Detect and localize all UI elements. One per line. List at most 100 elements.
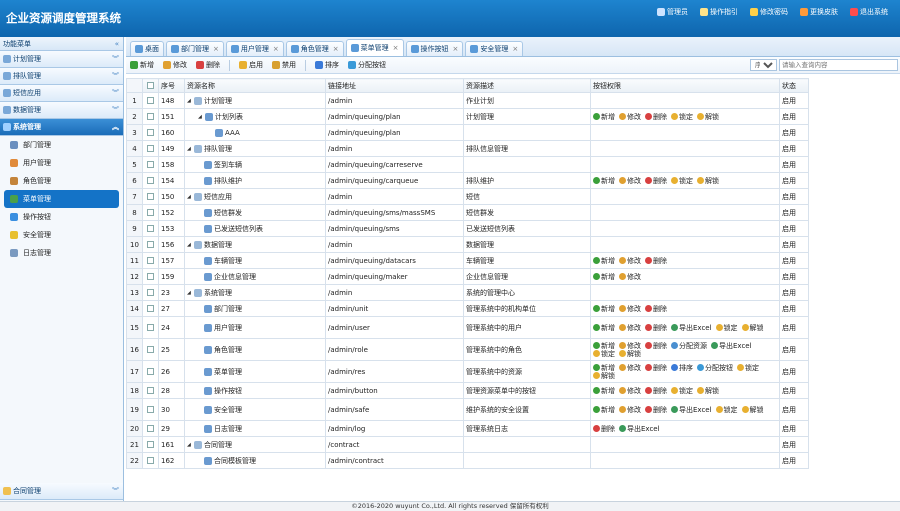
table-row[interactable]: 8 152 短信群发/admin/queuing/sms/massSMS 短信群发 启用 [126,204,809,221]
close-icon[interactable]: × [453,45,459,53]
sidebar-group-queue[interactable]: 排队管理 ︾ [0,68,123,85]
close-icon[interactable]: × [393,44,399,52]
table-row[interactable]: 18 28 操作按钮/admin/button 管理资源菜单中的按钮 新增 修改 删除 锁定 解… [126,382,809,399]
tree-node[interactable]: 已发送短信列表 [187,224,323,234]
row-checkbox[interactable] [142,360,159,383]
row-checkbox[interactable] [142,420,159,437]
header-link-skin[interactable]: 更换皮肤 [800,7,838,17]
search-input[interactable] [779,59,898,71]
row-checkbox[interactable] [142,204,159,221]
table-row[interactable]: 3 160 AAA/admin/queuing/plan 启用 [126,124,809,141]
row-checkbox[interactable] [142,140,159,157]
row-checkbox[interactable] [142,108,159,125]
sidebar-item-menu-tree[interactable]: 菜单管理 [4,190,119,208]
table-row[interactable]: 4 149 ◢ 排队管理/admin 排队信息管理 启用 [126,140,809,157]
sidebar-group-plan[interactable]: 计划管理 ︾ [0,51,123,68]
tab-menu-tree[interactable]: 菜单管理 × [345,39,404,56]
col-header[interactable]: 状态 [779,78,809,93]
select-all-checkbox[interactable] [142,78,159,93]
tree-node[interactable]: 合同模板管理 [187,456,323,466]
row-checkbox[interactable] [142,436,159,453]
toolbar-add-button[interactable]: 新增 [130,60,154,70]
tree-node[interactable]: ◢ 计划列表 [187,112,323,122]
tree-node[interactable]: ◢ 系统管理 [187,288,323,298]
table-row[interactable]: 21 161 ◢ 合同管理/contract 启用 [126,436,809,453]
expand-triangle-icon[interactable]: ◢ [187,146,192,152]
tab-button[interactable]: 操作按钮 × [405,41,464,56]
row-checkbox[interactable] [142,92,159,109]
tree-node[interactable]: 角色管理 [187,345,323,355]
sidebar-item-log[interactable]: 日志管理 [0,244,119,262]
row-checkbox[interactable] [142,252,159,269]
sidebar-group-system[interactable]: 系统管理 ︽ [0,119,123,136]
table-row[interactable]: 10 156 ◢ 数据管理/admin 数据管理 启用 [126,236,809,253]
tab-home[interactable]: 桌面 [130,41,164,56]
table-row[interactable]: 14 27 部门管理/admin/unit 管理系统中的机构单位 新增 修改 删除 启用 [126,300,809,317]
table-row[interactable]: 1 148 ◢ 计划管理/admin 作业计划 启用 [126,92,809,109]
col-header[interactable]: 序号 [158,78,185,93]
row-checkbox[interactable] [142,172,159,189]
tree-node[interactable]: 签到车辆 [187,160,323,170]
tree-node[interactable]: ◢ 计划管理 [187,96,323,106]
row-checkbox[interactable] [142,220,159,237]
toolbar-delete-button[interactable]: 删除 [196,60,220,70]
toolbar-enable-button[interactable]: 启用 [239,60,263,70]
tree-node[interactable]: 日志管理 [187,424,323,434]
table-row[interactable]: 15 24 用户管理/admin/user 管理系统中的用户 新增 修改 删除 导出Excel… [126,316,809,339]
expand-triangle-icon[interactable]: ◢ [187,194,192,200]
table-row[interactable]: 9 153 已发送短信列表/admin/queuing/sms 已发送短信列表 启用 [126,220,809,237]
tab-department[interactable]: 部门管理 × [166,41,224,56]
sidebar-group-contract[interactable]: 合同管理 ︾ [0,483,123,500]
table-row[interactable]: 7 150 ◢ 短信应用/admin 短信 启用 [126,188,809,205]
tree-node[interactable]: 部门管理 [187,304,323,314]
expand-triangle-icon[interactable]: ◢ [198,114,203,120]
tab-shield[interactable]: 安全管理 × [465,41,524,56]
tree-node[interactable]: 企业信息管理 [187,272,323,282]
row-checkbox[interactable] [142,300,159,317]
sidebar-item-button[interactable]: 操作按钮 [0,208,119,226]
table-row[interactable]: 11 157 车辆管理/admin/queuing/datacars 车辆管理 新增 修改… [126,252,809,269]
col-header[interactable]: 按钮权限 [590,78,780,93]
col-header[interactable]: 链接地址 [325,78,464,93]
table-row[interactable]: 17 26 菜单管理/admin/res 管理系统中的资源 新增 修改 删除 排序 分配按钮 锁定… [126,360,809,383]
sidebar-group-sms[interactable]: 短信应用 ︾ [0,85,123,102]
header-link-guide[interactable]: 操作指引 [700,7,738,17]
sidebar-item-user[interactable]: 用户管理 [0,154,119,172]
expand-triangle-icon[interactable]: ◢ [187,242,192,248]
toolbar-edit-button[interactable]: 修改 [163,60,187,70]
tree-node[interactable]: ◢ 合同管理 [187,440,323,450]
expand-triangle-icon[interactable]: ◢ [187,290,192,296]
col-header[interactable]: 资源名称 [184,78,326,93]
toolbar-disable-button[interactable]: 禁用 [272,60,296,70]
close-icon[interactable]: × [512,45,518,53]
table-row[interactable]: 16 25 角色管理/admin/role 管理系统中的角色 新增 修改 删除 分配资源 导出E… [126,338,809,361]
tree-node[interactable]: ◢ 排队管理 [187,144,323,154]
expand-triangle-icon[interactable]: ◢ [187,98,192,104]
col-header[interactable]: 资源描述 [463,78,591,93]
expand-triangle-icon[interactable]: ◢ [187,442,192,448]
header-link-user[interactable]: 管理员 [657,7,688,17]
tree-node[interactable]: 用户管理 [187,323,323,333]
sidebar-item-role[interactable]: 角色管理 [0,172,119,190]
toolbar-sort-button[interactable]: 排序 [315,60,339,70]
table-row[interactable]: 22 162 合同模板管理/admin/contract 启用 [126,452,809,469]
row-checkbox[interactable] [142,268,159,285]
collapse-sidebar-icon[interactable]: « [115,37,119,51]
row-checkbox[interactable] [142,124,159,141]
row-checkbox[interactable] [142,188,159,205]
table-row[interactable]: 13 23 ◢ 系统管理/admin 系统的管理中心 启用 [126,284,809,301]
close-icon[interactable]: × [213,45,219,53]
tree-node[interactable]: 菜单管理 [187,367,323,377]
tree-node[interactable]: ◢ 短信应用 [187,192,323,202]
tree-node[interactable]: 车辆管理 [187,256,323,266]
row-checkbox[interactable] [142,338,159,361]
tree-node[interactable]: 短信群发 [187,208,323,218]
tab-role[interactable]: 角色管理 × [285,41,344,56]
header-link-key[interactable]: 修改密码 [750,7,788,17]
toolbar-assign-button[interactable]: 分配按钮 [348,60,386,70]
row-checkbox[interactable] [142,382,159,399]
tree-node[interactable]: 安全管理 [187,405,323,415]
tree-node[interactable]: AAA [187,128,323,137]
table-row[interactable]: 19 30 安全管理/admin/safe 维护系统的安全设置 新增 修改 删除 导出Exce… [126,398,809,421]
row-checkbox[interactable] [142,284,159,301]
